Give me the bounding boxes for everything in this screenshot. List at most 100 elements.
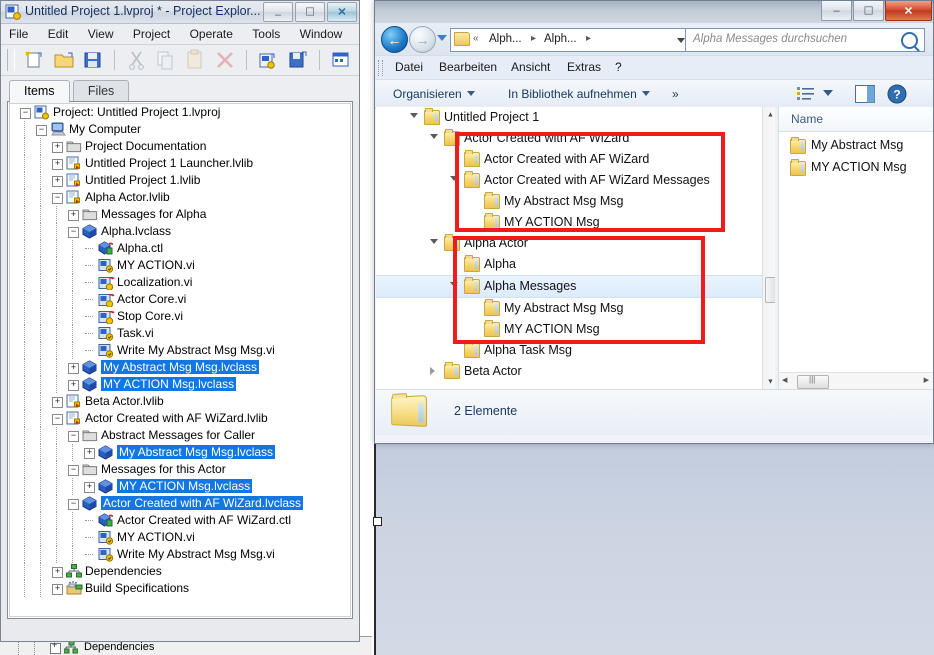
expander-plus-icon[interactable]: + [52,176,63,187]
labview-tree-row[interactable]: + Project Documentation [10,138,350,155]
menu-item-file[interactable]: File [1,24,36,43]
explorer-tree-row[interactable]: MY ACTION Msg [376,212,771,233]
labview-tree-row[interactable]: + My Abstract Msg Msg.lvclass [10,444,350,461]
file-list-item[interactable]: My Abstract Msg [779,135,933,157]
labview-tree-row[interactable]: + Beta Actor.lvlib [10,393,350,410]
expand-triangle-open-icon[interactable] [430,239,438,244]
expander-minus-icon[interactable]: − [20,108,31,119]
expander-plus-icon[interactable]: + [68,210,79,221]
file-list-header[interactable]: Name [779,107,933,132]
labview-tree-row[interactable]: + Untitled Project 1.lvlib [10,172,350,189]
file-list-items[interactable]: My Abstract Msg MY ACTION Msg [779,135,933,179]
explorer-menu-bar[interactable]: Datei Bearbeiten Ansicht Extras ? [375,55,933,80]
explorer-tree-row[interactable]: Alpha Messages [376,275,771,298]
menu-item-ansicht[interactable]: Ansicht [511,60,550,74]
menu-item-operate[interactable]: Operate [182,24,241,43]
expander-minus-icon[interactable]: − [36,125,47,136]
labview-tree-row[interactable]: − Actor Created with AF WiZard.lvclass [10,495,350,512]
help-icon[interactable]: ? [887,84,907,107]
expander-plus-icon[interactable]: + [52,142,63,153]
explorer-tree-row[interactable]: Actor Created with AF WiZard Messages [376,170,771,191]
open-icon[interactable] [52,48,76,72]
explorer-minimize-button[interactable]: – [821,1,852,21]
save-all-icon[interactable] [81,48,105,72]
labview-tree-row[interactable]: + MY ACTION Msg.lvclass [10,478,350,495]
labview-tree-row[interactable]: + Dependencies [10,563,350,580]
explorer-tree-row[interactable]: Untitled Project 1 [376,107,771,128]
labview-tree-row[interactable]: Write My Abstract Msg Msg.vi [10,546,350,563]
expander-minus-icon[interactable]: − [68,227,79,238]
menu-item-help[interactable]: ? [615,60,622,74]
labview-toolbar[interactable] [1,45,359,98]
explorer-tree-row[interactable]: Alpha Task Msg [376,340,771,361]
menu-item-bearbeiten[interactable]: Bearbeiten [439,60,497,74]
explorer-close-button[interactable]: ✕ [885,1,932,21]
labview-tree-row[interactable]: − Alpha Actor.lvlib [10,189,350,206]
expander-plus-icon[interactable]: + [52,584,63,595]
recent-pages-icon[interactable] [437,35,447,41]
file-list-item[interactable]: MY ACTION Msg [779,157,933,179]
search-input[interactable]: Alpha Messages durchsuchen [685,28,925,52]
labview-tree-row[interactable]: Task.vi [10,325,350,342]
breadcrumb-item-1[interactable]: Alph... [489,33,522,45]
windows-explorer-window[interactable]: – ☐ ✕ ← → « Alph... ▸ Alph... ▸ ↻ Alpha … [374,0,934,444]
labview-title-bar[interactable]: Untitled Project 1.lvproj * - Project Ex… [1,1,359,24]
expander-minus-icon[interactable]: − [52,193,63,204]
expander-plus-icon[interactable] [50,640,61,654]
scroll-right-icon[interactable]: ▶ [924,376,929,384]
horizontal-scrollbar-thumb[interactable]: ||| [797,375,829,389]
expand-triangle-open-icon[interactable] [410,113,418,118]
menu-item-extras[interactable]: Extras [567,60,601,74]
list-view-icon[interactable] [797,86,815,105]
column-header-name[interactable]: Name [791,112,823,126]
toolbar-grip[interactable] [7,49,15,71]
menu-item-view[interactable]: View [80,24,122,43]
more-commands-button[interactable]: » [672,87,679,101]
labview-tree-panel[interactable]: − Project: Untitled Project 1.lvproj − My C… [7,101,353,619]
menu-item-window[interactable]: Window [292,24,351,43]
expander-minus-icon[interactable]: − [52,414,63,425]
labview-menu-bar[interactable]: File Edit View Project Operate Tools Win… [1,24,359,60]
labview-tree-row[interactable]: − Project: Untitled Project 1.lvproj [10,104,350,121]
labview-tree-row[interactable]: + Build Specifications [10,580,350,597]
save-project-icon[interactable] [286,48,310,72]
explorer-tree-row[interactable]: Alpha Actor [376,233,771,254]
minimize-button[interactable]: – [263,2,293,22]
labview-project-explorer-window[interactable]: Untitled Project 1.lvproj * - Project Ex… [0,0,360,642]
explorer-navigation-pane[interactable]: Untitled Project 1 Actor Created with AF … [376,107,771,389]
labview-project-tree[interactable]: − Project: Untitled Project 1.lvproj − My C… [10,104,350,597]
forward-button[interactable]: → [409,26,436,53]
explorer-window-controls[interactable]: – ☐ ✕ [820,1,932,21]
labview-tab-strip[interactable]: Items Files [1,76,359,103]
back-button[interactable]: ← [381,26,408,53]
arrange-icon[interactable] [329,48,353,72]
menu-item-project[interactable]: Project [125,24,178,43]
explorer-content-area[interactable]: Untitled Project 1 Actor Created with AF … [376,107,933,389]
breadcrumb-overflow[interactable]: « [473,33,479,44]
labview-tree-row[interactable]: Actor Core.vi [10,291,350,308]
file-list-horizontal-scrollbar[interactable]: ◀ ||| ▶ [779,372,933,389]
maximize-button[interactable]: ☐ [295,2,325,22]
expand-triangle-open-icon[interactable] [450,282,458,287]
explorer-tree-row[interactable]: Actor Created with AF WiZard [376,128,771,149]
explorer-tree-row[interactable]: Beta Actor [376,361,771,382]
menu-item-datei[interactable]: Datei [395,60,423,74]
address-bar[interactable]: « Alph... ▸ Alph... ▸ [450,28,692,52]
expander-minus-icon[interactable]: − [68,465,79,476]
preview-pane-icon[interactable] [855,85,875,106]
organize-button[interactable]: Organisieren [393,87,475,101]
explorer-tree-row[interactable]: MY ACTION Msg [376,319,771,340]
labview-window-controls[interactable]: – ☐ ✕ [261,2,357,22]
labview-tree-row[interactable]: Alpha.ctl [10,240,350,257]
scroll-left-icon[interactable]: ◀ [782,376,787,384]
window-resize-handle[interactable] [373,517,382,526]
expander-plus-icon[interactable]: + [84,448,95,459]
expander-plus-icon[interactable]: + [84,482,95,493]
labview-tree-row[interactable]: MY ACTION.vi [10,529,350,546]
explorer-tree-row[interactable]: My Abstract Msg Msg [376,298,771,319]
tab-files[interactable]: Files [72,80,130,102]
expander-plus-icon[interactable]: + [68,363,79,374]
explorer-navigation-bar[interactable]: ← → « Alph... ▸ Alph... ▸ ↻ Alpha Messag… [375,23,933,55]
new-target-icon[interactable] [256,48,280,72]
explorer-maximize-button[interactable]: ☐ [853,1,884,21]
